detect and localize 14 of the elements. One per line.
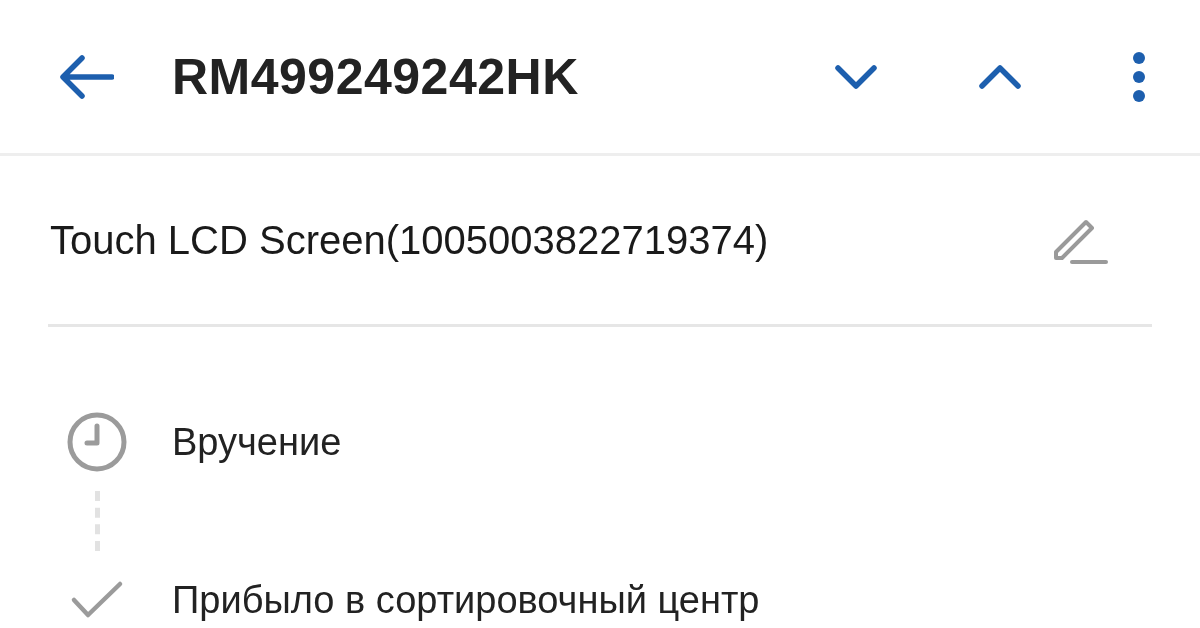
clock-icon [66,411,128,473]
chevron-down-icon [834,63,878,90]
next-button[interactable] [834,63,878,90]
menu-button[interactable] [1132,50,1146,103]
event-text: Прибыло в сортировочный центр [172,578,760,622]
back-arrow-icon [58,53,114,100]
previous-button[interactable] [978,63,1022,90]
event-text: Вручение [172,420,342,464]
more-icon [1132,50,1146,103]
item-title: Touch LCD Screen(1005003822719374) [49,217,770,263]
chevron-up-icon [978,63,1022,90]
tracking-number: RM499249242HK [172,47,580,106]
check-icon [70,580,124,620]
back-button[interactable] [58,53,114,100]
